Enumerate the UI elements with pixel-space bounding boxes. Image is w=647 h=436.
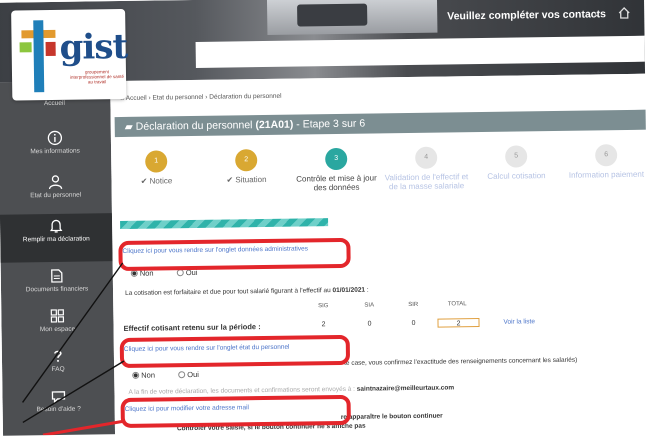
- breadcrumb-current: Déclaration du personnel: [209, 92, 282, 101]
- banner-photo: [266, 0, 438, 35]
- radio-non-2[interactable]: Non: [132, 371, 155, 380]
- radio-oui-2[interactable]: Oui: [178, 370, 199, 379]
- radio-dot: [178, 371, 186, 379]
- breadcrumb-home[interactable]: Accueil: [126, 95, 147, 102]
- document-icon: [51, 269, 63, 283]
- radio-label: Oui: [187, 369, 199, 380]
- continue-info-line1: re apparaître le bouton continuer: [340, 412, 443, 421]
- sidebar-item-label: Accueil: [43, 99, 65, 108]
- header-sig: SIG: [318, 303, 329, 310]
- breadcrumb-separator: ›: [148, 94, 151, 102]
- page: Veuillez compléter vos contacts ⌄ gist g…: [0, 0, 647, 436]
- sidebar-item-etat-du-personnel[interactable]: Etat du personnel: [0, 169, 112, 219]
- progress-bar: [120, 218, 329, 230]
- step-label: Information paiement: [568, 169, 645, 180]
- step-number: 1: [145, 150, 168, 173]
- grid-icon: [50, 309, 65, 323]
- header-total: TOTAL: [447, 301, 467, 308]
- title-prefix: Déclaration du personnel: [135, 119, 256, 133]
- sidebar-item-mes-informations[interactable]: Mes informations: [0, 125, 111, 175]
- sidebar-item-label: Besoin d'aide ?: [36, 405, 81, 414]
- step-number: 6: [595, 144, 618, 167]
- effectif-label: Effectif cotisant retenu sur la période …: [123, 322, 261, 333]
- cotisation-date: 01/01/2021: [332, 286, 366, 295]
- sidebar-item-label: Remplir ma déclaration: [22, 235, 90, 244]
- bell-icon: [49, 219, 63, 233]
- value-sir: 0: [411, 319, 416, 327]
- header-sir: SIR: [408, 301, 419, 309]
- breadcrumb: ⌂ Accueil › Etat du personnel › Déclarat…: [120, 93, 281, 102]
- home-icon[interactable]: [617, 6, 631, 20]
- cotisation-text-suffix: :: [364, 286, 369, 294]
- email-info-text: A la fin de votre déclaration, les docum…: [128, 384, 454, 396]
- breadcrumb-separator: ›: [205, 93, 208, 101]
- info-icon: [47, 130, 63, 146]
- step-label: Validation de l'effectif et de la masse …: [384, 172, 469, 192]
- gist-logo[interactable]: gist groupement interprofessionnel de sa…: [11, 8, 128, 101]
- sidebar-item-besoin-daide[interactable]: Besoin d'aide ?: [2, 383, 115, 433]
- radio-label: Non: [141, 370, 156, 380]
- header-sia: SIA: [364, 302, 375, 309]
- step-6[interactable]: 6 Information paiement: [561, 144, 647, 180]
- step-number: 5: [505, 145, 528, 168]
- cotisation-text: La cotisation est forfaitaire et due pou…: [125, 287, 369, 297]
- step-4[interactable]: 4 Validation de l'effectif et de la mass…: [381, 146, 472, 191]
- people-icon: [48, 175, 63, 190]
- step-2[interactable]: 2 ✔ Situation: [201, 149, 291, 185]
- breadcrumb-etat-du-personnel[interactable]: Etat du personnel: [152, 94, 203, 102]
- cotisation-text-prefix: La cotisation est forfaitaire et due pou…: [125, 287, 333, 297]
- sidebar-item-remplir-ma-declaration[interactable]: Remplir ma déclaration: [0, 213, 113, 263]
- logo-tagline: groupement interprofessionnel de santé a…: [69, 69, 125, 85]
- step-label: Calcul cotisation: [487, 171, 546, 181]
- step-5[interactable]: 5 Calcul cotisation: [471, 145, 561, 181]
- value-sig: 2: [321, 321, 326, 329]
- sidebar-item-label: Documents financiers: [25, 285, 89, 294]
- value-total: 2: [437, 318, 480, 328]
- highlight-box-1: [118, 237, 351, 272]
- chevron-down-icon[interactable]: ⌄: [593, 8, 601, 19]
- step-label: ✔ Notice: [140, 176, 173, 186]
- contacts-reminder-link[interactable]: Veuillez compléter vos contacts: [447, 8, 606, 22]
- sidebar: Accueil Mes informations Etat du personn…: [0, 81, 116, 436]
- sidebar-item-label: Mes informations: [30, 147, 80, 156]
- sidebar-item-label: FAQ: [51, 365, 65, 374]
- sidebar-item-label: Mon espace: [39, 325, 76, 334]
- question-icon: [54, 350, 62, 362]
- step-number: 2: [235, 149, 258, 172]
- title-suffix: - Etape 3 sur 6: [293, 117, 366, 131]
- logo-mark-icon: [19, 20, 56, 93]
- folder-icon: ▰: [124, 120, 133, 133]
- confirmation-text: te case, vous confirmez l'exactitude des…: [344, 356, 578, 367]
- step-label: Contrôle et mise à jour des données: [296, 173, 377, 193]
- step-label: ✔ Situation: [226, 174, 267, 185]
- chat-icon: [51, 391, 66, 404]
- highlight-box-2: [119, 334, 351, 369]
- email-address: saintnazaire@meilleurtaux.com: [356, 384, 455, 393]
- value-sia: 0: [367, 320, 372, 328]
- logo-wordmark: gist: [59, 26, 128, 68]
- title-code: (21A01): [255, 118, 294, 132]
- radio-dot-checked: [132, 371, 140, 379]
- highlight-box-3: [120, 394, 351, 429]
- step-number: 4: [415, 146, 438, 169]
- step-number: 3: [325, 147, 348, 171]
- page-title: ▰ Déclaration du personnel (21A01) - Eta…: [114, 109, 647, 138]
- step-3[interactable]: 3 Contrôle et mise à jour des données: [291, 147, 382, 192]
- banner-white-band: [195, 35, 647, 68]
- voir-la-liste-link[interactable]: Voir la liste: [503, 318, 535, 325]
- step-1[interactable]: 1 ✔ Notice: [111, 150, 201, 186]
- sidebar-item-label: Etat du personnel: [30, 191, 82, 200]
